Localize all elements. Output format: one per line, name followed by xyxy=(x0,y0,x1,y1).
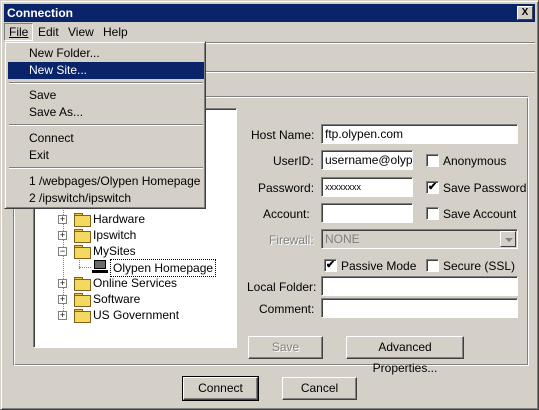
folder-icon xyxy=(74,213,91,227)
connection-window: Connection X File Edit View Help + Hardw… xyxy=(0,0,539,410)
passive-mode-checkbox[interactable]: ✔ xyxy=(324,259,337,272)
tree-item-label: Software xyxy=(93,292,141,306)
save-button[interactable]: Save xyxy=(248,336,323,359)
tree-item-software[interactable]: + Software xyxy=(34,291,234,307)
menu-file[interactable]: File xyxy=(4,23,34,41)
tree-item-label: Online Services xyxy=(93,276,178,290)
expand-icon[interactable]: + xyxy=(58,279,67,288)
menu-help[interactable]: Help xyxy=(99,23,132,41)
comment-label: Comment: xyxy=(259,302,315,316)
expand-icon[interactable]: + xyxy=(58,311,67,320)
title-bar[interactable]: Connection X xyxy=(4,4,535,22)
firewall-dropdown[interactable]: NONE xyxy=(321,229,518,249)
menu-item-new-site[interactable]: New Site... xyxy=(8,62,204,79)
host-name-field[interactable]: ftp.olypen.com xyxy=(321,124,518,144)
firewall-value: NONE xyxy=(325,232,360,246)
host-name-label: Host Name: xyxy=(251,128,315,142)
tree-item-mysites[interactable]: − MySites xyxy=(34,243,234,259)
tree-item-label: US Government xyxy=(93,308,180,322)
local-folder-label: Local Folder: xyxy=(247,280,317,294)
menu-separator xyxy=(9,167,203,169)
computer-icon xyxy=(92,260,108,274)
tree-item-olypen-homepage[interactable]: Olypen Homepage xyxy=(34,259,234,277)
collapse-icon[interactable]: − xyxy=(58,247,67,256)
menu-item-recent-2[interactable]: 2 /ipswitch/ipswitch xyxy=(8,190,204,207)
expand-icon[interactable]: + xyxy=(58,295,67,304)
local-folder-field[interactable] xyxy=(321,276,518,296)
folder-icon xyxy=(74,293,91,307)
tree-item-ipswitch[interactable]: + Ipswitch xyxy=(34,227,234,243)
tree-item-us-government[interactable]: + US Government xyxy=(34,307,234,323)
save-password-checkbox[interactable]: ✔ xyxy=(426,181,439,194)
menu-item-save[interactable]: Save xyxy=(8,87,204,104)
menu-separator xyxy=(9,82,203,84)
menu-edit[interactable]: Edit xyxy=(34,23,63,41)
chevron-down-icon[interactable] xyxy=(500,231,516,247)
window-title: Connection xyxy=(7,6,73,20)
userid-label: UserID: xyxy=(273,154,314,168)
menu-item-connect[interactable]: Connect xyxy=(8,130,204,147)
menu-file-label: File xyxy=(9,25,29,39)
menu-view[interactable]: View xyxy=(64,23,98,41)
userid-field[interactable]: username@olypen.com xyxy=(321,150,413,170)
menu-separator xyxy=(9,124,203,126)
expand-icon[interactable]: + xyxy=(58,231,67,240)
save-account-checkbox[interactable] xyxy=(426,207,439,220)
save-password-label: Save Password xyxy=(443,181,527,195)
comment-field[interactable] xyxy=(321,298,518,318)
tree-item-label: MySites xyxy=(93,244,136,258)
menu-item-exit[interactable]: Exit xyxy=(8,147,204,164)
open-folder-icon xyxy=(74,245,91,259)
folder-icon xyxy=(74,277,91,291)
anonymous-label: Anonymous xyxy=(443,154,507,168)
close-button[interactable]: X xyxy=(517,6,533,20)
connect-button[interactable]: Connect xyxy=(182,376,259,401)
menu-bar: File Edit View Help xyxy=(4,23,535,41)
tree-item-label: Hardware xyxy=(93,212,146,226)
anonymous-checkbox[interactable] xyxy=(426,154,439,167)
advanced-properties-button[interactable]: Advanced Properties... xyxy=(346,336,464,375)
folder-icon xyxy=(74,229,91,243)
tree-item-hardware[interactable]: + Hardware xyxy=(34,211,234,227)
file-menu: New Folder... New Site... Save Save As..… xyxy=(4,41,206,209)
menu-item-recent-1[interactable]: 1 /webpages/Olypen Homepage xyxy=(8,173,204,190)
menu-item-save-as[interactable]: Save As... xyxy=(8,104,204,121)
tree-item-label: Ipswitch xyxy=(93,228,137,242)
expand-icon[interactable]: + xyxy=(58,215,67,224)
account-label: Account: xyxy=(263,207,310,221)
password-field[interactable]: xxxxxxxx xyxy=(321,177,413,197)
account-field[interactable] xyxy=(321,203,413,223)
save-account-label: Save Account xyxy=(443,207,517,221)
firewall-label: Firewall: xyxy=(269,233,314,247)
folder-icon xyxy=(74,309,91,323)
menu-item-new-folder[interactable]: New Folder... xyxy=(8,45,204,62)
secure-ssl-checkbox[interactable] xyxy=(426,259,439,272)
secure-ssl-label: Secure (SSL) xyxy=(443,259,516,273)
tree-item-online-services[interactable]: + Online Services xyxy=(34,275,234,291)
cancel-button[interactable]: Cancel xyxy=(282,377,357,400)
passive-mode-label: Passive Mode xyxy=(341,259,417,273)
password-label: Password: xyxy=(258,181,315,195)
